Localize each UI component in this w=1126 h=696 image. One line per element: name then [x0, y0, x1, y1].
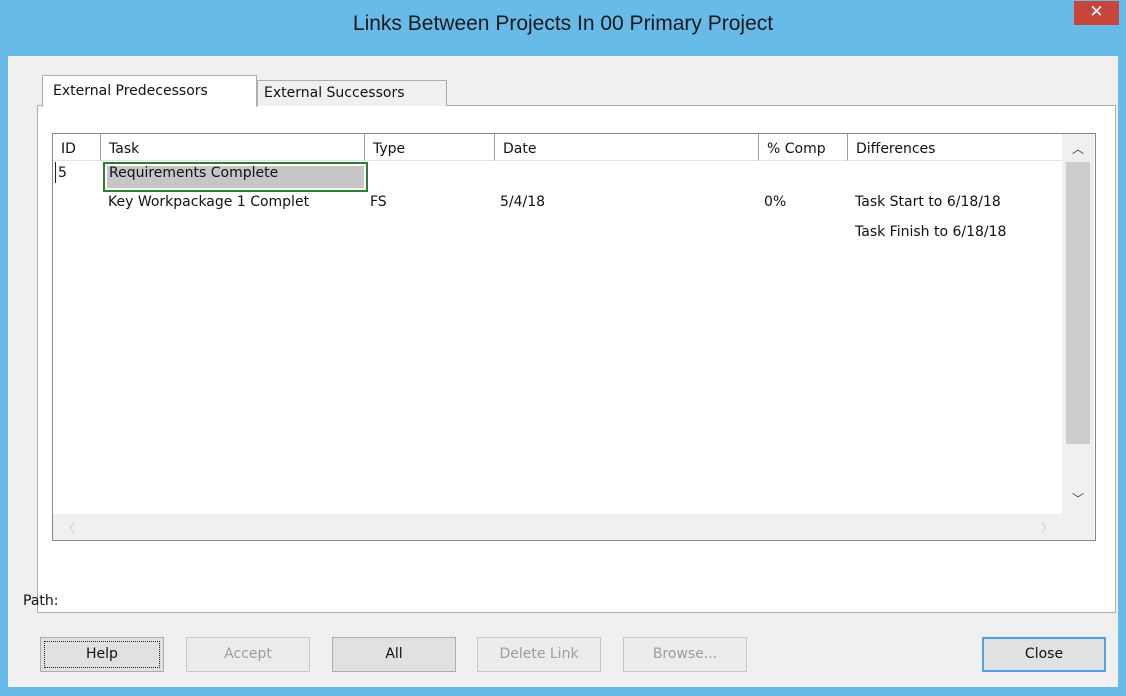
- links-table: ID Task Type Date % Comp Differences 5 R…: [52, 133, 1096, 541]
- vertical-scroll-thumb[interactable]: [1066, 162, 1090, 444]
- all-button[interactable]: All: [332, 637, 456, 672]
- all-button-label: All: [385, 646, 403, 662]
- close-window-button[interactable]: ✕: [1074, 1, 1119, 25]
- close-button[interactable]: Close: [982, 637, 1106, 672]
- differences-cell[interactable]: Task Start to 6/18/18: [855, 194, 1001, 210]
- delete-link-button-label: Delete Link: [499, 646, 579, 662]
- pct-comp-cell[interactable]: 0%: [764, 194, 786, 210]
- scrollbar-corner: [1062, 514, 1094, 540]
- scroll-right-icon[interactable]: 〉: [1041, 519, 1053, 536]
- accept-button-label: Accept: [224, 646, 272, 662]
- column-header-task[interactable]: Task: [101, 134, 365, 161]
- close-button-label: Close: [1024, 646, 1064, 662]
- browse-button-label: Browse...: [652, 646, 718, 662]
- delete-link-button[interactable]: Delete Link: [477, 637, 601, 672]
- help-button-label: Help: [86, 646, 118, 662]
- task-cell[interactable]: Requirements Complete: [109, 165, 278, 181]
- type-cell[interactable]: FS: [370, 194, 387, 210]
- window-title: Links Between Projects In 00 Primary Pro…: [352, 12, 774, 35]
- column-header-differences[interactable]: Differences: [848, 134, 1062, 161]
- accept-button[interactable]: Accept: [186, 637, 310, 672]
- date-cell[interactable]: 5/4/18: [500, 194, 545, 210]
- vertical-scrollbar[interactable]: ︿ ﹀: [1062, 134, 1094, 514]
- task-cell[interactable]: Key Workpackage 1 Complet: [108, 194, 368, 210]
- browse-button[interactable]: Browse...: [623, 637, 747, 672]
- path-label: Path:: [23, 593, 59, 609]
- scroll-up-icon[interactable]: ︿: [1072, 140, 1084, 157]
- column-header-type[interactable]: Type: [365, 134, 495, 161]
- scroll-left-icon[interactable]: 〈: [63, 519, 75, 536]
- differences-cell[interactable]: Task Finish to 6/18/18: [855, 224, 1006, 240]
- dialog-body: External Predecessors External Successor…: [8, 56, 1118, 687]
- tab-external-successors[interactable]: External Successors: [257, 80, 447, 106]
- tab-external-predecessors[interactable]: External Predecessors: [42, 75, 257, 107]
- dialog-window: Links Between Projects In 00 Primary Pro…: [0, 0, 1126, 696]
- row-id-cell[interactable]: 5: [58, 165, 67, 181]
- help-button[interactable]: Help: [40, 637, 164, 672]
- horizontal-scrollbar[interactable]: 〈 〉: [53, 514, 1062, 540]
- text-cursor: [55, 162, 56, 183]
- column-header-pct-comp[interactable]: % Comp: [759, 134, 848, 161]
- close-icon: ✕: [1089, 2, 1104, 22]
- scroll-down-icon[interactable]: ﹀: [1072, 490, 1084, 507]
- column-header-date[interactable]: Date: [495, 134, 759, 161]
- column-header-id[interactable]: ID: [53, 134, 101, 161]
